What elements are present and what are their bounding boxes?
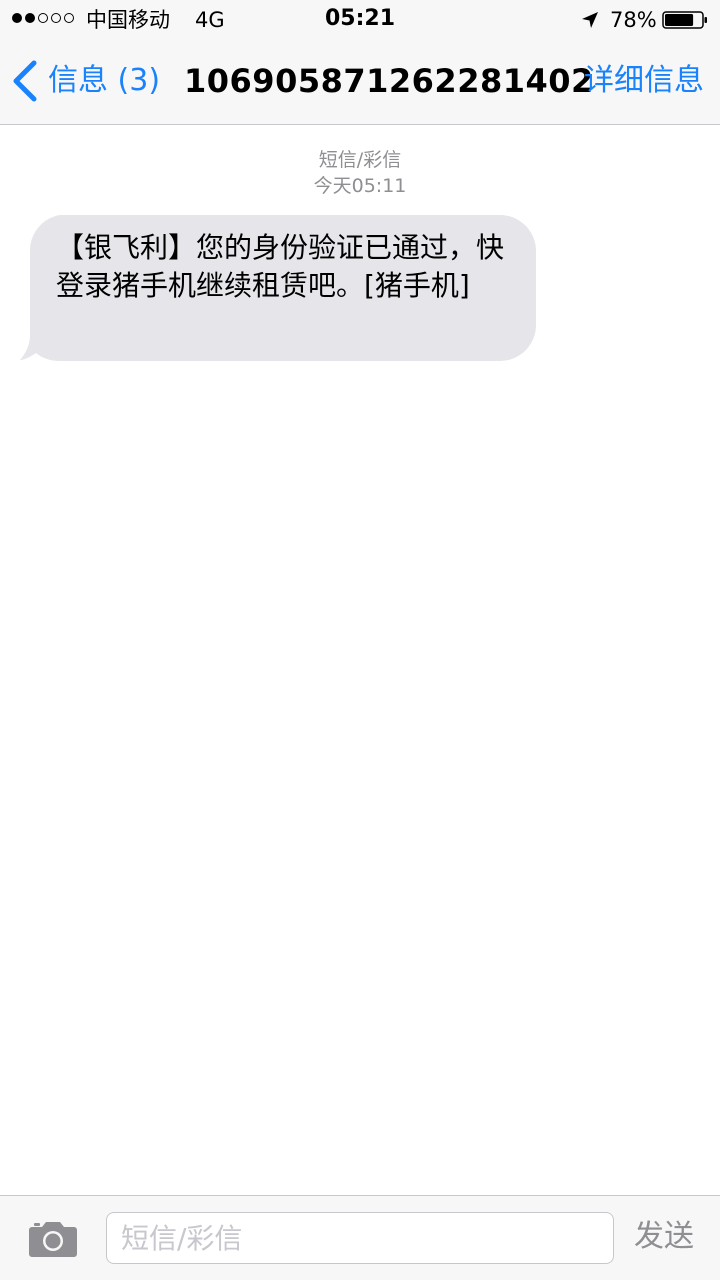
messages-screen: 中国移动 4G 05:21 78% 信息 (3) 106905871262281… [0, 0, 720, 1280]
details-button[interactable]: 详细信息 [584, 60, 704, 102]
navigation-bar: 信息 (3) 106905871262281402 详细信息 [0, 40, 720, 124]
message-kind-label: 短信/彩信 [318, 149, 402, 171]
conversation-title: 106905871262281402 [184, 62, 594, 100]
battery-icon [662, 11, 707, 29]
battery-percent: 78% [610, 8, 657, 32]
status-bar: 中国移动 4G 05:21 78% [0, 0, 720, 40]
message-bubble-incoming[interactable]: 【银飞利】您的身份验证已通过，快登录猪手机继续租赁吧。[猪手机] [20, 215, 536, 361]
back-button-label: 信息 (3) [48, 63, 161, 98]
send-button[interactable]: 发送 [634, 1216, 694, 1258]
camera-icon[interactable] [28, 1218, 78, 1258]
chevron-left-icon [13, 60, 37, 102]
back-button[interactable]: 信息 (3) [10, 56, 160, 106]
message-text: 【银飞利】您的身份验证已通过，快登录猪手机继续租赁吧。[猪手机] [56, 231, 505, 302]
input-bar: 发送 [0, 1195, 720, 1280]
message-input[interactable] [106, 1212, 614, 1264]
message-timestamp: 今天05:11 [313, 175, 407, 197]
location-arrow-icon [582, 12, 598, 28]
top-bar: 中国移动 4G 05:21 78% 信息 (3) 106905871262281… [0, 0, 720, 125]
